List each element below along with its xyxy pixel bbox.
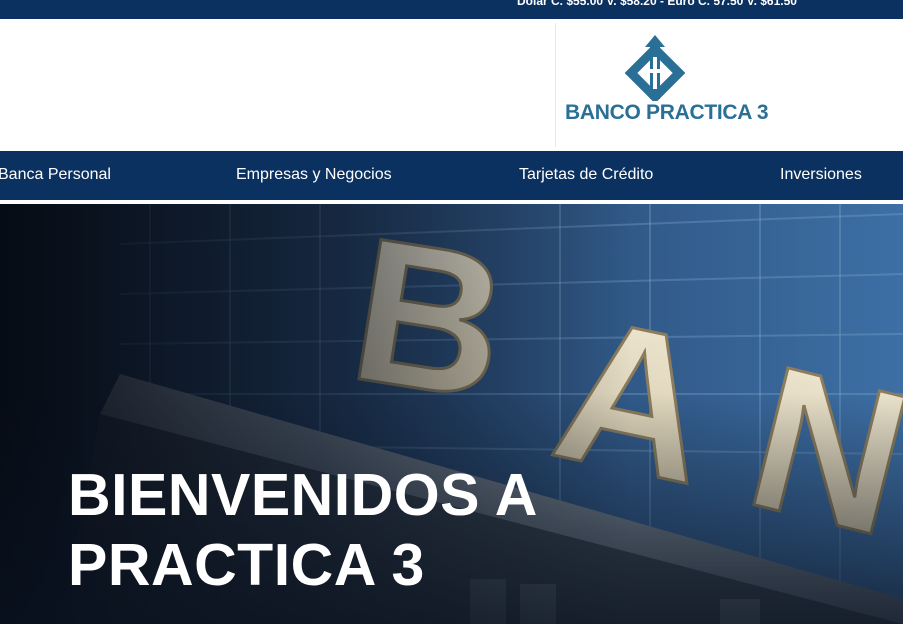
site-header: BANCO PRACTICA 3 bbox=[0, 19, 903, 151]
hero-title-line-1: BIENVENIDOS A bbox=[68, 462, 538, 528]
top-bar: Dolar C. $55.00 V. $58.20 - Euro C. 57.5… bbox=[0, 0, 903, 19]
bank-logo-icon bbox=[625, 35, 685, 101]
nav-item-empresas-negocios[interactable]: Empresas y Negocios bbox=[236, 166, 392, 184]
hero-title-line-2: PRACTICA 3 bbox=[68, 532, 425, 598]
main-nav: Banca Personal Empresas y Negocios Tarje… bbox=[0, 151, 903, 200]
nav-item-tarjetas-credito[interactable]: Tarjetas de Crédito bbox=[519, 166, 653, 184]
bank-logo[interactable]: BANCO PRACTICA 3 bbox=[560, 33, 769, 145]
nav-item-banca-personal[interactable]: Banca Personal bbox=[0, 166, 111, 184]
nav-item-inversiones[interactable]: Inversiones bbox=[780, 166, 862, 184]
hero-banner: B A N BIENVENIDOS A PRACTICA 3 bbox=[0, 204, 903, 624]
header-divider bbox=[555, 23, 556, 147]
bank-logo-text: BANCO PRACTICA 3 bbox=[565, 101, 769, 124]
hero-title: BIENVENIDOS A PRACTICA 3 bbox=[68, 460, 538, 600]
exchange-rates-text: Dolar C. $55.00 V. $58.20 - Euro C. 57.5… bbox=[517, 0, 797, 8]
